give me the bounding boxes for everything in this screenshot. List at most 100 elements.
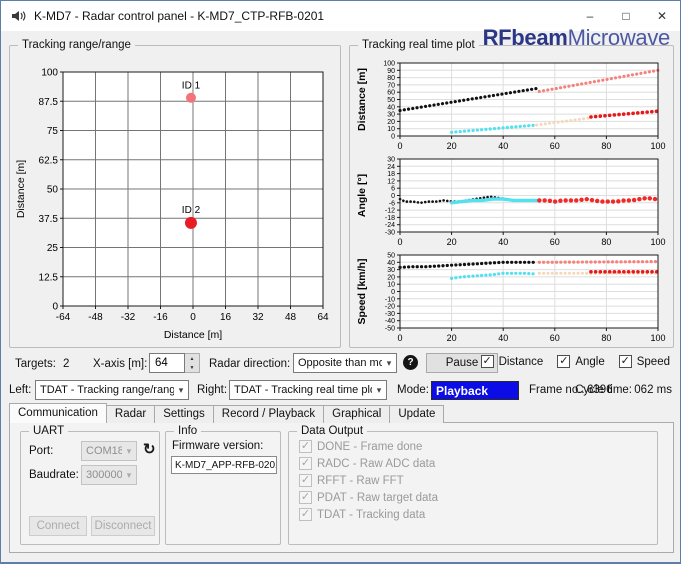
tdat-checkbox-label: TDAT - Tracking data <box>317 508 426 521</box>
realtime-distance-chart: 0 20 40 60 80 1000102030405060708090100Distan… <box>356 61 666 151</box>
speed-checkbox-label: Speed <box>636 355 670 368</box>
mode-value-field: Playback <box>431 381 519 400</box>
tab-graphical[interactable]: Graphical <box>323 405 391 423</box>
svg-text:64: 64 <box>317 312 329 323</box>
svg-text:50: 50 <box>387 253 395 260</box>
pdat-checkbox[interactable]: ✓ <box>299 491 312 504</box>
svg-text:50: 50 <box>387 97 395 104</box>
svg-text:37.5: 37.5 <box>39 214 59 225</box>
distance-checkbox[interactable]: ✓ <box>480 355 494 368</box>
radc-checkbox-label: RADC - Raw ADC data <box>317 457 436 470</box>
svg-text:20: 20 <box>447 333 457 343</box>
svg-text:20: 20 <box>447 237 457 247</box>
help-icon[interactable]: ? <box>403 355 418 370</box>
svg-text:-24: -24 <box>385 222 395 229</box>
radc-checkbox-row[interactable]: ✓ RADC - Raw ADC data <box>299 457 438 470</box>
svg-text:0: 0 <box>391 289 395 296</box>
chevron-down-icon: ▾ <box>126 445 132 456</box>
radc-checkbox[interactable]: ✓ <box>299 457 312 470</box>
check-icon: ✓ <box>300 440 311 452</box>
rfft-checkbox[interactable]: ✓ <box>299 474 312 487</box>
left-view-select[interactable]: TDAT - Tracking range/range ▾ <box>35 380 189 400</box>
rfft-checkbox-label: RFFT - Raw FFT <box>317 474 404 487</box>
tab-record-playback[interactable]: Record / Playback <box>212 405 325 423</box>
svg-text:100: 100 <box>383 61 395 68</box>
svg-text:60: 60 <box>550 141 560 151</box>
distance-checkbox-label: Distance <box>498 355 544 368</box>
refresh-ports-icon[interactable]: ↻ <box>143 442 156 457</box>
realtime-angle-chart: 0 20 40 60 80 100-30-24-18-12-60612182430Angl… <box>356 157 666 247</box>
svg-text:-64: -64 <box>56 312 71 323</box>
check-icon: ✓ <box>482 355 492 367</box>
targets-label: Targets: <box>15 358 56 370</box>
svg-text:100: 100 <box>650 141 665 151</box>
tab-radar[interactable]: Radar <box>105 405 156 423</box>
right-view-select[interactable]: TDAT - Tracking real time plot ▾ <box>229 380 387 400</box>
done-checkbox[interactable]: ✓ <box>299 440 312 453</box>
svg-text:ID 1: ID 1 <box>182 81 201 92</box>
svg-text:32: 32 <box>252 312 264 323</box>
xaxis-value[interactable]: 64 <box>149 353 185 373</box>
tracking-range-chart: -64 -48 -32 -16 0 16 32 48 64 0 12.5 25 37.5 50 62.5 75… <box>15 68 329 341</box>
angle-checkbox-row[interactable]: ✓ Angle <box>557 355 605 368</box>
pdat-checkbox-row[interactable]: ✓ PDAT - Raw target data <box>299 491 438 504</box>
svg-text:-30: -30 <box>385 230 395 237</box>
svg-text:62.5: 62.5 <box>39 155 59 166</box>
svg-text:0: 0 <box>397 141 402 151</box>
svg-text:-50: -50 <box>385 326 395 333</box>
svg-text:0: 0 <box>397 333 402 343</box>
svg-text:30: 30 <box>387 157 395 164</box>
svg-text:60: 60 <box>387 90 395 97</box>
done-checkbox-row[interactable]: ✓ DONE - Frame done <box>299 440 438 453</box>
check-icon: ✓ <box>300 491 311 503</box>
xaxis-label: X-axis [m]: <box>93 358 148 370</box>
spinner-up-icon[interactable]: ▲ <box>185 354 199 363</box>
port-label: Port: <box>29 445 54 457</box>
info-title: Info <box>174 424 202 438</box>
baudrate-select[interactable]: 3000000 ▾ <box>81 465 137 485</box>
svg-text:25: 25 <box>47 243 59 254</box>
disconnect-button[interactable]: Disconnect <box>91 516 155 536</box>
connect-button[interactable]: Connect <box>29 516 87 536</box>
svg-text:50: 50 <box>47 185 59 196</box>
svg-text:30: 30 <box>387 112 395 119</box>
realtime-speed-chart: 0 20 40 60 80 100-50-40-30-20-1001020304050Sp… <box>356 253 666 343</box>
firmware-version-field[interactable]: K-MD7_APP-RFB-0201 <box>171 456 277 474</box>
chevron-down-icon: ▾ <box>126 469 132 480</box>
svg-text:20: 20 <box>447 141 457 151</box>
svg-text:70: 70 <box>387 82 395 89</box>
distance-checkbox-row[interactable]: ✓ Distance <box>480 355 544 368</box>
svg-text:20: 20 <box>387 119 395 126</box>
svg-text:80: 80 <box>601 333 611 343</box>
rfft-checkbox-row[interactable]: ✓ RFFT - Raw FFT <box>299 474 438 487</box>
tab-settings[interactable]: Settings <box>154 405 214 423</box>
check-icon: ✓ <box>300 474 311 486</box>
speed-checkbox[interactable]: ✓ <box>618 355 632 368</box>
svg-text:Speed [km/h]: Speed [km/h] <box>356 259 368 325</box>
svg-text:Distance [m]: Distance [m] <box>356 68 368 131</box>
svg-text:-18: -18 <box>385 215 395 222</box>
targets-value: 2 <box>63 358 70 370</box>
speed-checkbox-row[interactable]: ✓ Speed <box>618 355 670 368</box>
svg-text:87.5: 87.5 <box>39 97 59 108</box>
svg-text:75: 75 <box>47 126 59 137</box>
tdat-checkbox[interactable]: ✓ <box>299 508 312 521</box>
angle-checkbox-label: Angle <box>575 355 605 368</box>
svg-text:40: 40 <box>498 333 508 343</box>
xaxis-spinner[interactable]: 64 ▲ ▼ <box>149 353 200 373</box>
port-select[interactable]: COM18 ▾ <box>81 441 137 461</box>
angle-checkbox[interactable]: ✓ <box>557 355 571 368</box>
svg-text:-16: -16 <box>153 312 168 323</box>
radar-direction-select[interactable]: Opposite than monito ▾ <box>293 353 397 373</box>
chevron-down-icon: ▾ <box>178 384 184 395</box>
spinner-down-icon[interactable]: ▼ <box>185 363 199 372</box>
tdat-checkbox-row[interactable]: ✓ TDAT - Tracking data <box>299 508 438 521</box>
baudrate-label: Baudrate: <box>29 469 79 481</box>
app-window: K-MD7 - Radar control panel - K-MD7_CTP-… <box>0 0 681 564</box>
svg-text:10: 10 <box>387 126 395 133</box>
radar-app-icon <box>10 8 26 24</box>
svg-text:6: 6 <box>391 186 395 193</box>
tracking-range-groupbox: Tracking range/range -64 -48 -32 -16 0 16 32 48… <box>9 38 341 348</box>
tab-communication[interactable]: Communication <box>9 403 107 423</box>
tab-update[interactable]: Update <box>389 405 445 423</box>
